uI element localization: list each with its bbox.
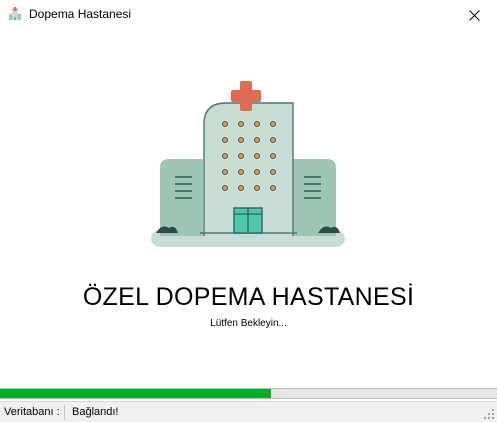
database-status-label: Veritabanı : (4, 406, 60, 418)
window-title: Dopema Hastanesi (29, 7, 132, 21)
status-bar: Veritabanı : Bağlandı! (0, 401, 497, 422)
close-icon (468, 9, 480, 21)
progress-fill (0, 389, 271, 398)
status-separator (64, 405, 65, 420)
database-status-value: Bağlandı! (72, 406, 119, 418)
hospital-icon (9, 7, 21, 20)
splash-heading: ÖZEL DOPEMA HASTANESİ (82, 283, 415, 311)
loading-progress-bar (0, 388, 497, 399)
title-bar: Dopema Hastanesi (0, 0, 497, 30)
resize-grip-icon[interactable] (484, 409, 494, 419)
splash-window: Dopema Hastanesi ÖZEL DOPEMA HASTANESİ L… (0, 0, 497, 422)
loading-message: Lütfen Bekleyin... (210, 318, 287, 329)
hospital-building-illustration (151, 81, 345, 247)
close-button[interactable] (451, 0, 497, 30)
